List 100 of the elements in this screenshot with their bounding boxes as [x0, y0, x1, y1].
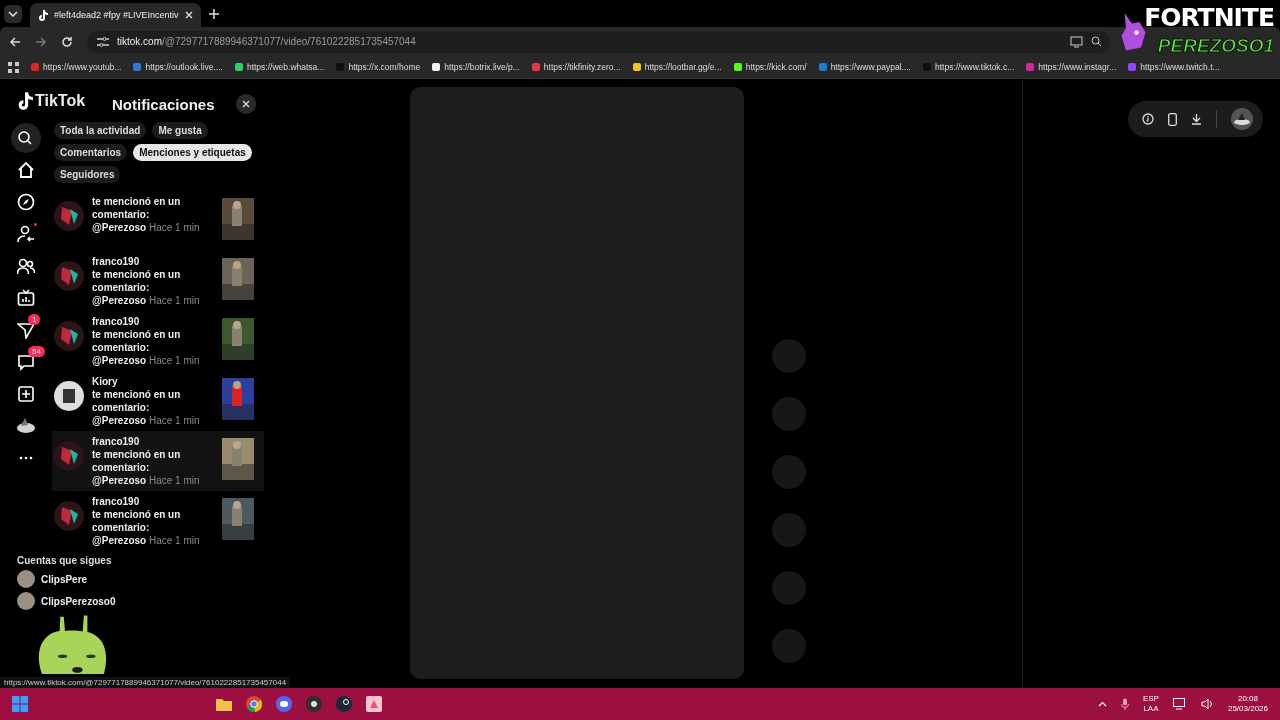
- notification-text: te mencionó en un comentario:: [92, 508, 182, 534]
- tab-menu-button[interactable]: [4, 4, 22, 23]
- close-button[interactable]: [236, 94, 256, 114]
- timestamp: Hace 1 min: [149, 222, 200, 233]
- notification-text: te mencionó en un comentario:: [92, 328, 182, 354]
- message-icon[interactable]: [17, 353, 35, 371]
- timestamp: Hace 1 min: [149, 535, 200, 546]
- bookmark[interactable]: https://tikfinity.zero...: [531, 62, 621, 72]
- mention-link[interactable]: @Perezoso: [92, 535, 147, 546]
- speaker-icon[interactable]: [1200, 698, 1214, 710]
- logo-text: FORTNITE: [1144, 3, 1274, 33]
- account-item[interactable]: ClipsPerezoso0: [17, 592, 264, 610]
- avatar-icon: [17, 592, 35, 610]
- music-disc-icon[interactable]: [1142, 113, 1154, 125]
- caret-icon: [8, 10, 18, 17]
- avatar-icon[interactable]: [1231, 108, 1253, 130]
- avatar-icon: [54, 501, 84, 531]
- notification-item[interactable]: franco190 te mencionó en un comentario: @Perezoso Hace 1 min: [52, 251, 264, 311]
- browser-tab[interactable]: #left4dead2 #fpy #LIVEIncentiv: [30, 3, 201, 27]
- home-icon[interactable]: [17, 161, 35, 179]
- notification-item[interactable]: Kiory te mencionó en un comentario: @Perezoso Hace 1 min: [52, 371, 264, 431]
- filter-tab[interactable]: Me gusta: [152, 122, 208, 139]
- site-settings-icon[interactable]: [97, 36, 109, 47]
- tiktok-logo[interactable]: TikTok: [0, 79, 86, 110]
- clock-time[interactable]: 20:08: [1237, 694, 1258, 704]
- avatar-icon: [17, 570, 35, 588]
- chrome-icon[interactable]: [246, 696, 262, 712]
- user-name: franco190: [92, 435, 141, 448]
- notification-text: te mencionó en un comentario:: [92, 448, 182, 474]
- chevron-up-icon[interactable]: [1097, 701, 1107, 707]
- reload-icon[interactable]: [61, 35, 73, 48]
- bookmark[interactable]: https://www.youtub...: [31, 62, 122, 72]
- mention-link[interactable]: @Perezoso: [92, 355, 147, 366]
- record-icon[interactable]: [306, 696, 322, 712]
- notification-item-hovered[interactable]: franco190 te mencionó en un comentario: @Perezoso Hace 1 min: [52, 431, 264, 491]
- bookmark[interactable]: https://botrix.live/p...: [432, 62, 520, 72]
- notification-item[interactable]: franco190 te mencionó en un comentario: @Perezoso Hace 1 min: [52, 491, 264, 551]
- user-name: Kiory: [92, 375, 119, 388]
- mention-link[interactable]: @Perezoso: [92, 415, 147, 426]
- panel-title: Notificaciones: [112, 95, 215, 113]
- microphone-icon[interactable]: [1120, 698, 1129, 710]
- close-icon: [242, 100, 250, 108]
- bookmark[interactable]: https://x.com/home: [336, 62, 421, 72]
- phone-icon[interactable]: [1168, 112, 1177, 126]
- notification-badge: 54: [28, 346, 45, 357]
- avatar-icon: [54, 201, 84, 231]
- person-arrow-icon[interactable]: [17, 225, 35, 243]
- compass-icon[interactable]: [17, 193, 35, 211]
- zoom-icon[interactable]: [1091, 36, 1102, 47]
- back-icon[interactable]: [9, 35, 21, 48]
- notification-item[interactable]: te mencionó en un comentario: @Perezoso Hace 1 min: [52, 191, 264, 251]
- mention-link[interactable]: @Perezoso: [92, 222, 147, 233]
- notification-item[interactable]: franco190 te mencionó en un comentario: @Perezoso Hace 1 min: [52, 311, 264, 371]
- avatar-icon: [54, 321, 84, 351]
- timestamp: Hace 1 min: [149, 295, 200, 306]
- user-name: franco190: [92, 315, 141, 328]
- forward-icon[interactable]: [35, 35, 47, 48]
- notification-text: te mencionó en un comentario:: [92, 388, 182, 414]
- user-name: franco190: [92, 495, 141, 508]
- bookmark[interactable]: https://www.paypal....: [818, 62, 911, 72]
- timestamp: Hace 1 min: [149, 475, 200, 486]
- bookmark[interactable]: https://outlook.live....: [133, 62, 223, 72]
- filter-tab[interactable]: Comentarios: [54, 144, 128, 161]
- address-bar[interactable]: tiktok.com/@7297717889946371077/video/7610222851735457044: [87, 30, 1110, 53]
- timestamp: Hace 1 min: [149, 415, 200, 426]
- clock-date[interactable]: 25/03/2026: [1227, 704, 1268, 714]
- people-icon[interactable]: [17, 257, 35, 275]
- more-icon[interactable]: [19, 456, 33, 460]
- bookmark[interactable]: https://www.tiktok.c...: [922, 62, 1015, 72]
- bookmark[interactable]: https://www.twitch.t...: [1128, 62, 1220, 72]
- bookmark[interactable]: https://web.whatsa...: [234, 62, 325, 72]
- bookmark[interactable]: https://kick.com/: [733, 62, 807, 72]
- notification-text: te mencionó en un comentario:: [92, 195, 182, 221]
- close-icon[interactable]: [184, 11, 193, 19]
- mention-link[interactable]: @Perezoso: [92, 295, 147, 306]
- tv-icon[interactable]: [17, 289, 35, 307]
- plus-box-icon[interactable]: [18, 386, 34, 402]
- search-icon[interactable]: [11, 123, 41, 153]
- timestamp: Hace 1 min: [149, 355, 200, 366]
- apps-icon[interactable]: [8, 61, 19, 73]
- folder-icon[interactable]: [216, 697, 232, 711]
- bookmark[interactable]: https://lootbar.gg/e...: [632, 62, 722, 72]
- bookmark[interactable]: https://www.instagr...: [1026, 62, 1117, 72]
- layout-text[interactable]: LAA: [1143, 704, 1159, 714]
- new-tab-icon[interactable]: [208, 8, 219, 19]
- filter-tab[interactable]: Toda la actividad: [54, 122, 147, 139]
- tiktok-icon: [38, 9, 48, 21]
- avatar-icon: [54, 261, 84, 291]
- tab-title: #left4dead2 #fpy #LIVEIncentiv: [54, 10, 179, 20]
- mention-link[interactable]: @Perezoso: [92, 475, 147, 486]
- logo-subtext: PEREZOSO1: [1157, 34, 1274, 58]
- section-title: Cuentas que sigues: [17, 555, 113, 566]
- avatar-icon[interactable]: [16, 417, 36, 435]
- language-text[interactable]: ESP: [1142, 694, 1159, 704]
- paper-plane-icon[interactable]: [17, 321, 35, 339]
- account-item[interactable]: ClipsPere: [17, 570, 264, 588]
- download-icon[interactable]: [1191, 113, 1202, 125]
- filter-tab[interactable]: Menciones y etiquetas: [133, 144, 252, 161]
- filter-tab[interactable]: Seguidores: [54, 166, 121, 183]
- notification-text: te mencionó en un comentario:: [92, 268, 182, 294]
